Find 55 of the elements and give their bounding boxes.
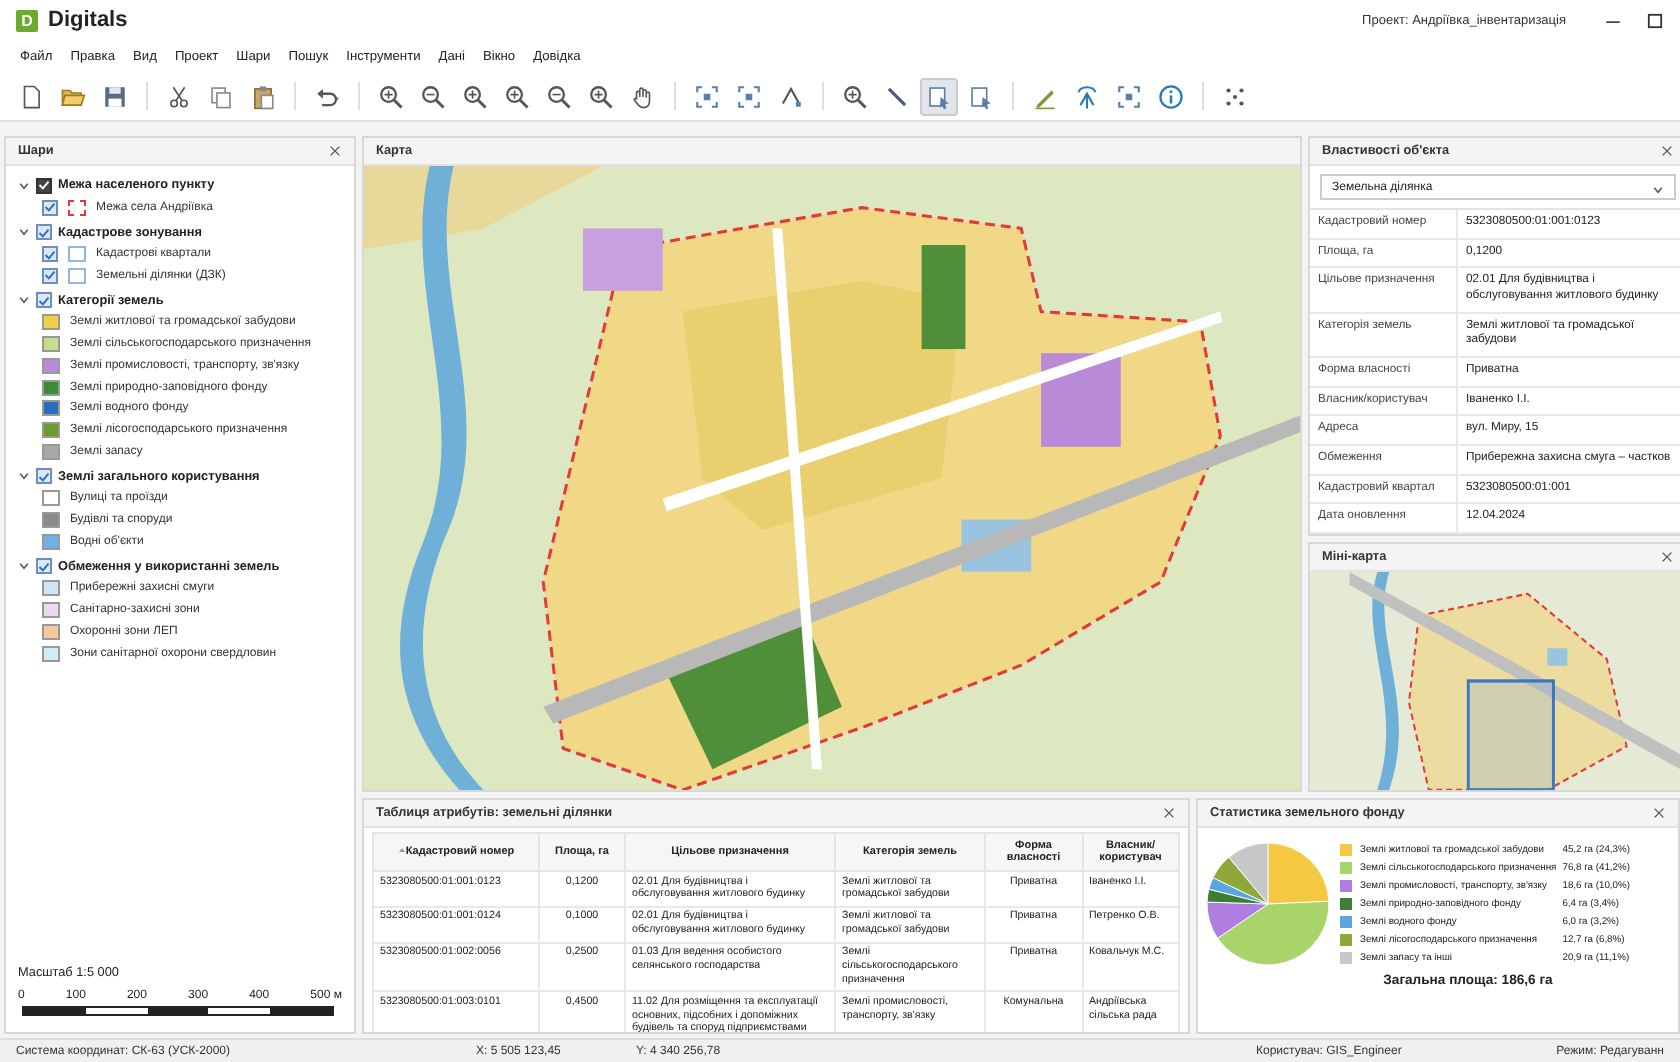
- node-icon: [778, 83, 804, 109]
- zoom-in-icon: [588, 83, 614, 109]
- checkbox[interactable]: [42, 246, 58, 263]
- chevron-icon[interactable]: [18, 179, 30, 192]
- legend-swatch: [1340, 862, 1352, 874]
- checkbox[interactable]: [36, 177, 52, 194]
- copy-icon: [208, 83, 234, 109]
- checkbox[interactable]: [42, 199, 58, 216]
- zoom-in-icon: [462, 83, 488, 109]
- close-icon[interactable]: [1660, 144, 1674, 158]
- close-icon[interactable]: [1652, 806, 1666, 820]
- zoom-in-icon: [842, 83, 868, 109]
- line-icon: [884, 83, 910, 109]
- frame-icon: [736, 83, 762, 109]
- chevron-icon[interactable]: [18, 294, 30, 307]
- chevron-icon[interactable]: [18, 226, 30, 239]
- app-logo: D: [16, 9, 38, 31]
- chevron-icon[interactable]: [18, 560, 30, 573]
- save-icon: [102, 83, 128, 109]
- hand-icon: [630, 83, 656, 109]
- close-icon[interactable]: [328, 144, 342, 158]
- chevron-icon[interactable]: [18, 470, 30, 483]
- frame-icon: [694, 83, 720, 109]
- sort-icon: [397, 846, 406, 854]
- zoom-in-icon: [378, 83, 404, 109]
- legend-swatch: [1340, 934, 1352, 946]
- legend-swatch: [1340, 898, 1352, 910]
- legend-swatch: [1340, 844, 1352, 856]
- select-icon: [926, 83, 952, 109]
- checkbox[interactable]: [36, 292, 52, 309]
- maximize-icon[interactable]: [1646, 11, 1664, 29]
- checkbox[interactable]: [42, 267, 58, 284]
- close-icon[interactable]: [1162, 806, 1176, 820]
- file-icon: [18, 83, 44, 109]
- info-icon: [1158, 83, 1184, 109]
- zoom-in-icon: [504, 83, 530, 109]
- clipboard-icon: [250, 83, 276, 109]
- close-icon[interactable]: [1660, 550, 1674, 565]
- undo-icon: [314, 83, 340, 109]
- legend-swatch: [1340, 916, 1352, 928]
- tool-button[interactable]: [920, 77, 958, 115]
- scissors-icon: [166, 83, 192, 109]
- legend-swatch: [1340, 880, 1352, 892]
- select-icon: [968, 83, 994, 109]
- checkbox[interactable]: [36, 468, 52, 485]
- zoom-out-icon: [546, 83, 572, 109]
- frame-icon: [1116, 83, 1142, 109]
- legend-swatch: [1340, 952, 1352, 964]
- zoom-out-icon: [420, 83, 446, 109]
- checkbox[interactable]: [36, 558, 52, 575]
- checkbox[interactable]: [36, 224, 52, 241]
- scatter-icon: [1222, 83, 1248, 109]
- caret-icon: [1652, 183, 1664, 195]
- window-title: Digitals: [48, 8, 128, 32]
- antenna-icon: [1074, 83, 1100, 109]
